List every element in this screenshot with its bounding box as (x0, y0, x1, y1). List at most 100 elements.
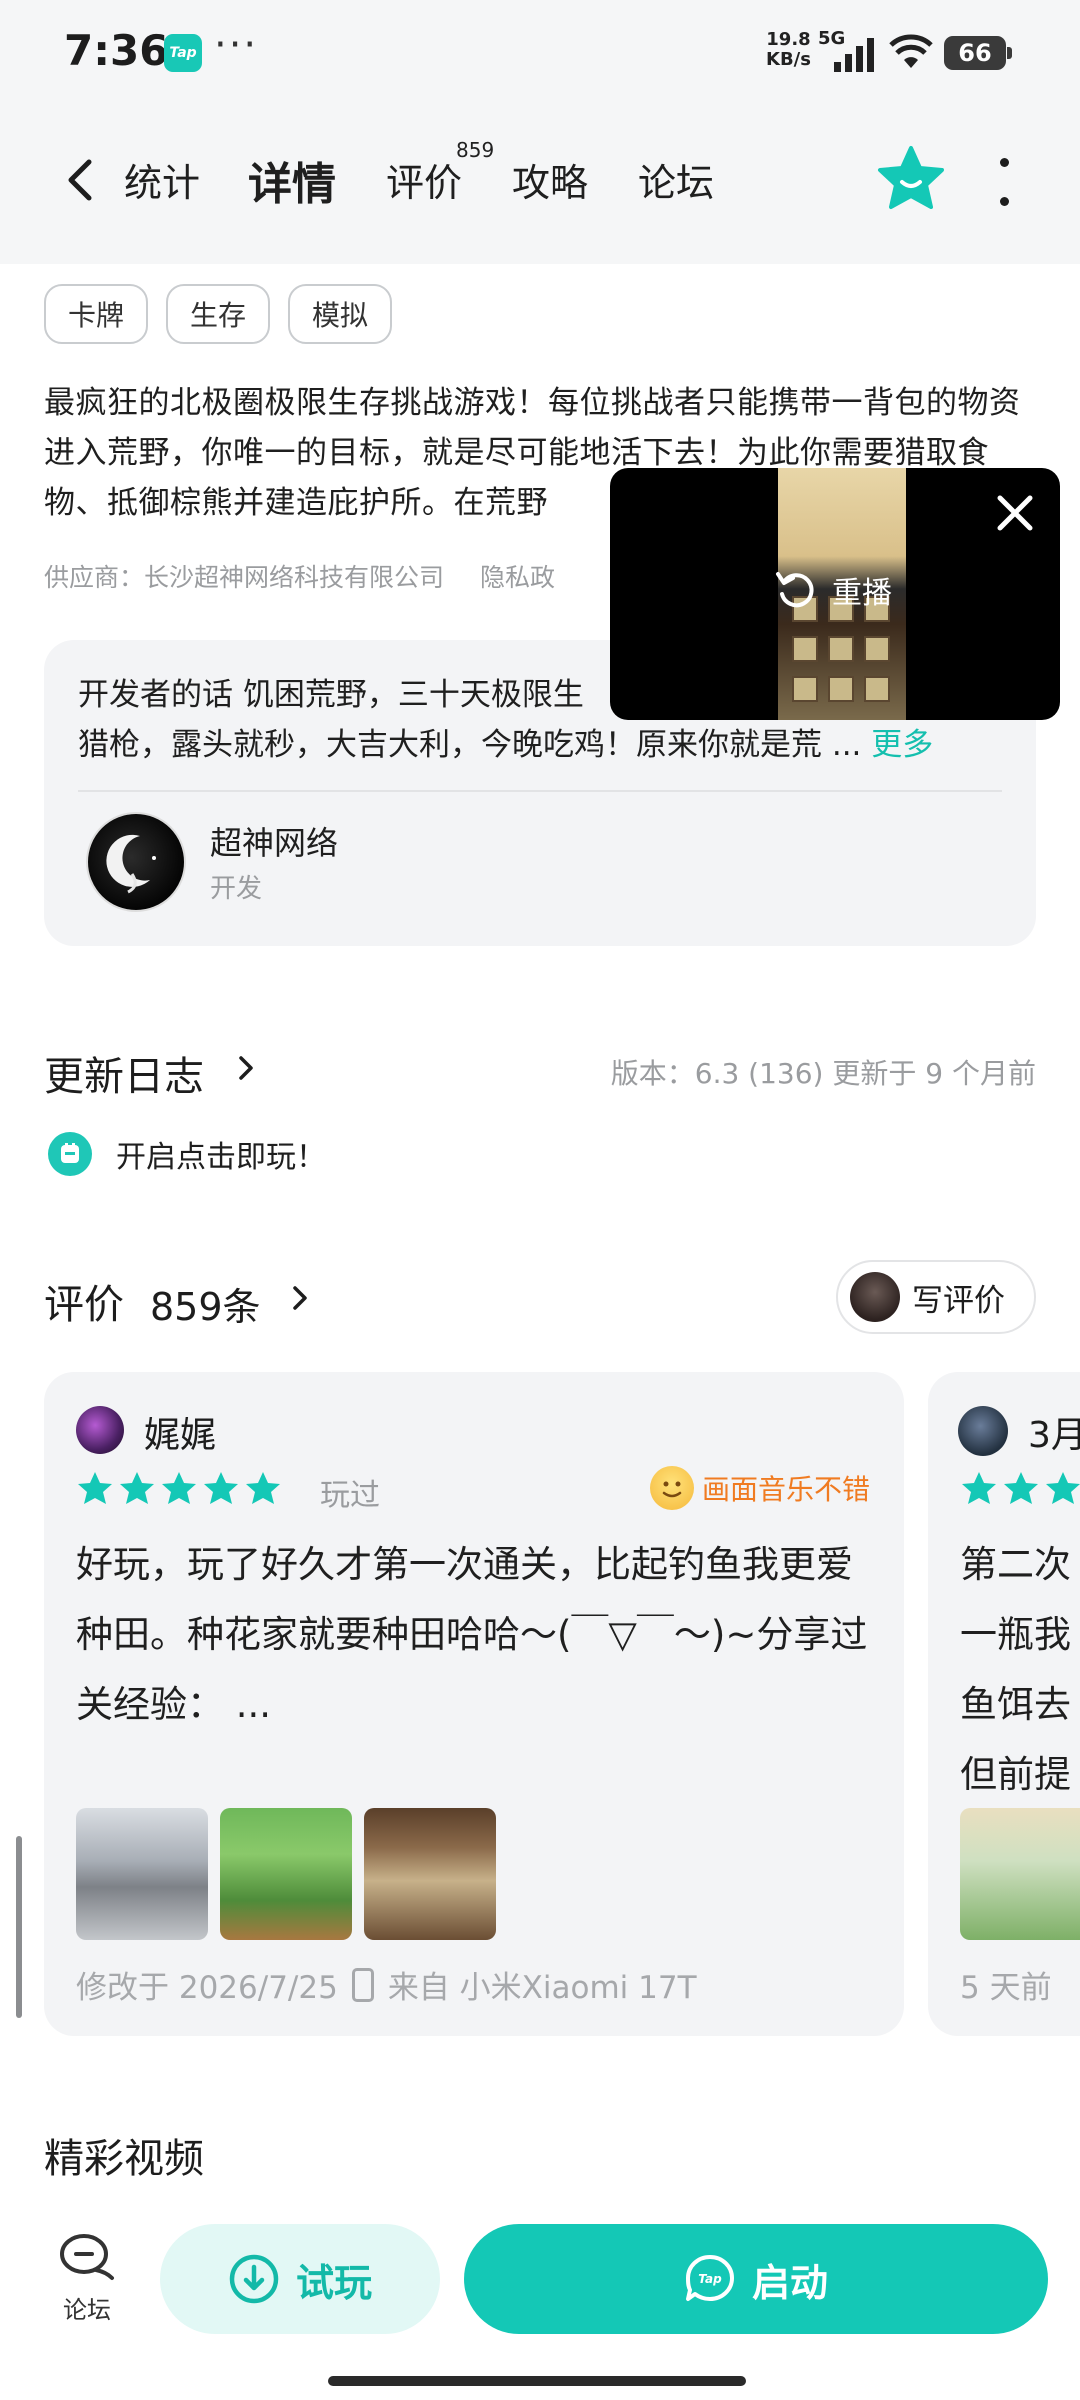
review-footer: 修改于 2026/7/25 来自 小米Xiaomi 17T (76, 1962, 697, 2007)
supplier-info: 供应商：长沙超神网络科技有限公司 隐私政 (44, 558, 555, 594)
back-button[interactable] (50, 150, 110, 210)
review-image[interactable] (364, 1808, 496, 1940)
tab-reviews[interactable]: 评价 (386, 152, 462, 207)
review-image[interactable] (220, 1808, 352, 1940)
write-review-button[interactable]: 写评价 (836, 1260, 1036, 1334)
smile-emoji-icon (649, 1466, 694, 1510)
update-log-item: 开启点击即玩！ (48, 1132, 326, 1176)
developer-words-line2: 猎枪，露头就秒，大吉大利，今晚吃鸡！原来你就是荒 ... (78, 727, 862, 763)
floating-video-player[interactable]: 重播 (610, 468, 1060, 720)
network-speed-value: 19.8 (766, 29, 811, 50)
update-log-text: 开启点击即玩！ (116, 1140, 326, 1175)
tab-forum[interactable]: 论坛 (638, 152, 714, 207)
review-text-line: 但前提 (960, 1753, 1071, 1796)
status-time: 7:36 (64, 26, 169, 75)
follow-button[interactable] (876, 144, 946, 214)
more-dot-icon (999, 197, 1009, 206)
developer-avatar[interactable] (86, 812, 186, 912)
reviews-title[interactable]: 评价 (44, 1272, 124, 1330)
star-filled-icon (246, 1472, 280, 1504)
tag-card[interactable]: 卡牌 (44, 284, 149, 344)
chevron-right-icon[interactable] (286, 1284, 314, 1312)
game-tags: 卡牌 生存 模拟 (44, 284, 393, 344)
scrollbar[interactable] (16, 1836, 22, 2018)
reviewer-name[interactable]: 娓娓 (144, 1406, 216, 1458)
developer-name[interactable]: 超神网络 (210, 818, 338, 864)
rating-stars (76, 1470, 282, 1508)
svg-text:Tap: Tap (698, 2272, 722, 2286)
developer-more-link[interactable]: 更多 (871, 727, 933, 763)
gamepad-icon (48, 1132, 92, 1176)
taptap-logo-icon: Tap (685, 2255, 734, 2301)
close-video-button[interactable] (992, 490, 1038, 536)
more-notifications-icon: ··· (214, 22, 259, 68)
star-filled-icon (1046, 1472, 1080, 1504)
review-highlight-tag: 画面音乐不错 (649, 1466, 870, 1510)
review-image[interactable] (76, 1808, 208, 1940)
review-card[interactable]: 娓娓 玩过 画面音乐不错 好玩，玩了好久才第一次通关，比起钓鱼我更爱种田。种花家… (44, 1372, 904, 2036)
review-card[interactable]: 3月 第二次 一瓶我 鱼饵去 但前提 5 天前 (928, 1372, 1080, 2036)
reviewer-name[interactable]: 3月 (1028, 1406, 1080, 1458)
supplier-name: 供应商：长沙超神网络科技有限公司 (44, 563, 445, 592)
tab-details[interactable]: 详情 (248, 148, 336, 220)
star-filled-icon (1004, 1472, 1038, 1504)
launch-button[interactable]: Tap 启动 (464, 2224, 1048, 2334)
taptap-notification-icon: Tap (164, 34, 202, 72)
battery-indicator: 66 (944, 36, 1012, 70)
home-indicator[interactable] (328, 2376, 746, 2386)
user-avatar (850, 1272, 900, 1322)
forum-button[interactable]: 论坛 (52, 2232, 122, 2325)
review-device: 来自 小米Xiaomi 17T (387, 1970, 697, 2006)
network-speed: 19.8 KB/s (766, 30, 811, 70)
review-image[interactable] (960, 1808, 1080, 1940)
review-modified-date: 修改于 2026/7/25 (76, 1970, 338, 2006)
review-count-badge: 859 (456, 138, 495, 162)
version-info: 版本：6.3 (136) 更新于 9 个月前 (610, 1057, 1036, 1090)
featured-videos-title[interactable]: 精彩视频 (44, 2126, 204, 2184)
chevron-right-icon[interactable] (232, 1054, 260, 1082)
launch-label: 启动 (751, 2260, 828, 2305)
more-options-button[interactable] (990, 158, 1018, 206)
review-text-line: 第二次 (960, 1543, 1071, 1586)
top-nav: 统计 详情 评价 859 攻略 论坛 (0, 110, 1080, 264)
tag-survival[interactable]: 生存 (166, 284, 271, 344)
review-time: 5 天前 (960, 1970, 1052, 2006)
replay-icon (776, 572, 814, 608)
download-circle-icon (229, 2254, 279, 2304)
tag-simulation[interactable]: 模拟 (288, 284, 393, 344)
tab-details-label: 详情 (248, 159, 336, 210)
phone-icon (351, 1967, 374, 2002)
developer-role: 开发 (210, 874, 263, 904)
review-text-line: 一瓶我 (960, 1613, 1071, 1656)
status-bar: 7:36 Tap ··· 19.8 KB/s 5G 66 (0, 0, 1080, 110)
forum-label: 论坛 (63, 2296, 111, 2324)
review-images (76, 1808, 496, 1940)
replay-label: 重播 (832, 576, 892, 611)
signal-icon (834, 38, 874, 72)
review-text[interactable]: 好玩，玩了好久才第一次通关，比起钓鱼我更爱种田。种花家就要种田哈哈～(￣▽￣～)… (76, 1530, 876, 1740)
replay-button[interactable]: 重播 (774, 568, 892, 612)
try-play-label: 试玩 (295, 2260, 372, 2305)
try-play-button[interactable]: 试玩 (160, 2224, 440, 2334)
star-filled-icon (120, 1472, 154, 1504)
close-icon (997, 495, 1033, 531)
reviewer-avatar[interactable] (958, 1406, 1008, 1456)
reviewer-avatar[interactable] (76, 1406, 124, 1454)
network-speed-unit: KB/s (766, 49, 811, 70)
divider (78, 790, 1002, 792)
privacy-link[interactable]: 隐私政 (480, 563, 555, 592)
play-status: 玩过 (320, 1478, 380, 1513)
review-text-line: 鱼饵去 (960, 1683, 1071, 1726)
review-text[interactable]: 第二次 一瓶我 鱼饵去 但前提 (960, 1530, 1080, 1810)
forum-chat-icon (60, 2234, 114, 2280)
rating-stars (960, 1470, 1080, 1508)
tab-stats[interactable]: 统计 (124, 152, 200, 207)
tab-guides[interactable]: 攻略 (512, 152, 588, 207)
star-filled-icon (204, 1472, 238, 1504)
back-arrow-icon (68, 159, 92, 201)
reviews-count[interactable]: 859条 (150, 1276, 261, 1331)
star-filled-icon (162, 1472, 196, 1504)
update-log-title[interactable]: 更新日志 (44, 1044, 204, 1102)
star-filled-icon (962, 1472, 996, 1504)
write-review-label: 写评价 (912, 1282, 1005, 1319)
